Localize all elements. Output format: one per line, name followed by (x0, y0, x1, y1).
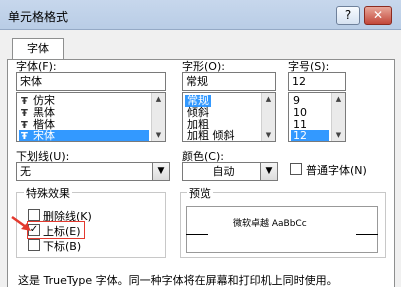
subscript-label[interactable]: 下标(B) (43, 238, 81, 254)
font-list-scrollbar[interactable]: ▲ ▼ (151, 93, 165, 141)
chevron-down-icon[interactable]: ▼ (260, 163, 277, 180)
size-list-scrollbar[interactable]: ▲ ▼ (331, 93, 345, 141)
preview-sample: 微软卓越 AaBbCc (233, 219, 307, 229)
annotation-highlight (27, 221, 85, 239)
scroll-up-icon[interactable]: ▲ (333, 94, 344, 104)
normal-font-checkbox[interactable] (290, 163, 302, 175)
format-cells-dialog: 单元格格式 ? ✕ 字体 字体(F): 宋体 Ŧ 仿宋 Ŧ 黑体 Ŧ 楷体 Ŧ 宋体 ▲… (0, 0, 401, 287)
underline-select[interactable]: 无 ▼ (16, 162, 170, 181)
color-value: 自动 (212, 165, 235, 178)
style-list-scrollbar[interactable]: ▲ ▼ (261, 93, 275, 141)
dialog-title: 单元格格式 (8, 10, 69, 24)
truetype-icon: Ŧ (21, 131, 28, 142)
preview-baseline-left (186, 234, 208, 235)
effects-title: 特殊效果 (24, 185, 72, 201)
font-list[interactable]: Ŧ 仿宋 Ŧ 黑体 Ŧ 楷体 Ŧ 宋体 ▲ ▼ (16, 92, 166, 142)
scroll-up-icon[interactable]: ▲ (153, 94, 164, 104)
subscript-checkbox[interactable] (28, 239, 40, 251)
preview-box: 微软卓越 AaBbCc (186, 206, 378, 253)
scroll-down-icon[interactable]: ▼ (263, 130, 274, 140)
chevron-down-icon[interactable]: ▼ (152, 163, 169, 180)
help-button[interactable]: ? (336, 6, 360, 25)
annotation-arrow-icon (11, 216, 31, 231)
scroll-up-icon[interactable]: ▲ (263, 94, 274, 104)
style-input[interactable]: 常规 (182, 72, 276, 91)
size-list[interactable]: 9 10 11 12 ▲ ▼ (288, 92, 346, 142)
size-input[interactable]: 12 (288, 72, 346, 91)
normal-font-label[interactable]: 普通字体(N) (306, 162, 367, 178)
scroll-down-icon[interactable]: ▼ (153, 130, 164, 140)
style-list[interactable]: 常规 倾斜 加粗 加粗 倾斜 ▲ ▼ (182, 92, 276, 142)
close-button[interactable]: ✕ (364, 6, 392, 25)
size-list-item-selected[interactable]: 12 (291, 130, 329, 141)
preview-title: 预览 (187, 185, 213, 201)
color-select[interactable]: 自动 ▼ (182, 162, 278, 181)
tab-font[interactable]: 字体 (12, 38, 64, 60)
underline-value: 无 (20, 165, 31, 178)
title-bar: 单元格格式 ? ✕ (0, 0, 401, 30)
preview-baseline-right (356, 234, 378, 235)
font-input[interactable]: 宋体 (16, 72, 166, 91)
font-list-item-selected[interactable]: Ŧ 宋体 (19, 130, 149, 142)
footer-text: 这是 TrueType 字体。同一种字体将在屏幕和打印机上同时使用。 (18, 274, 338, 287)
style-list-item[interactable]: 加粗 倾斜 (185, 130, 259, 142)
scroll-down-icon[interactable]: ▼ (333, 130, 344, 140)
